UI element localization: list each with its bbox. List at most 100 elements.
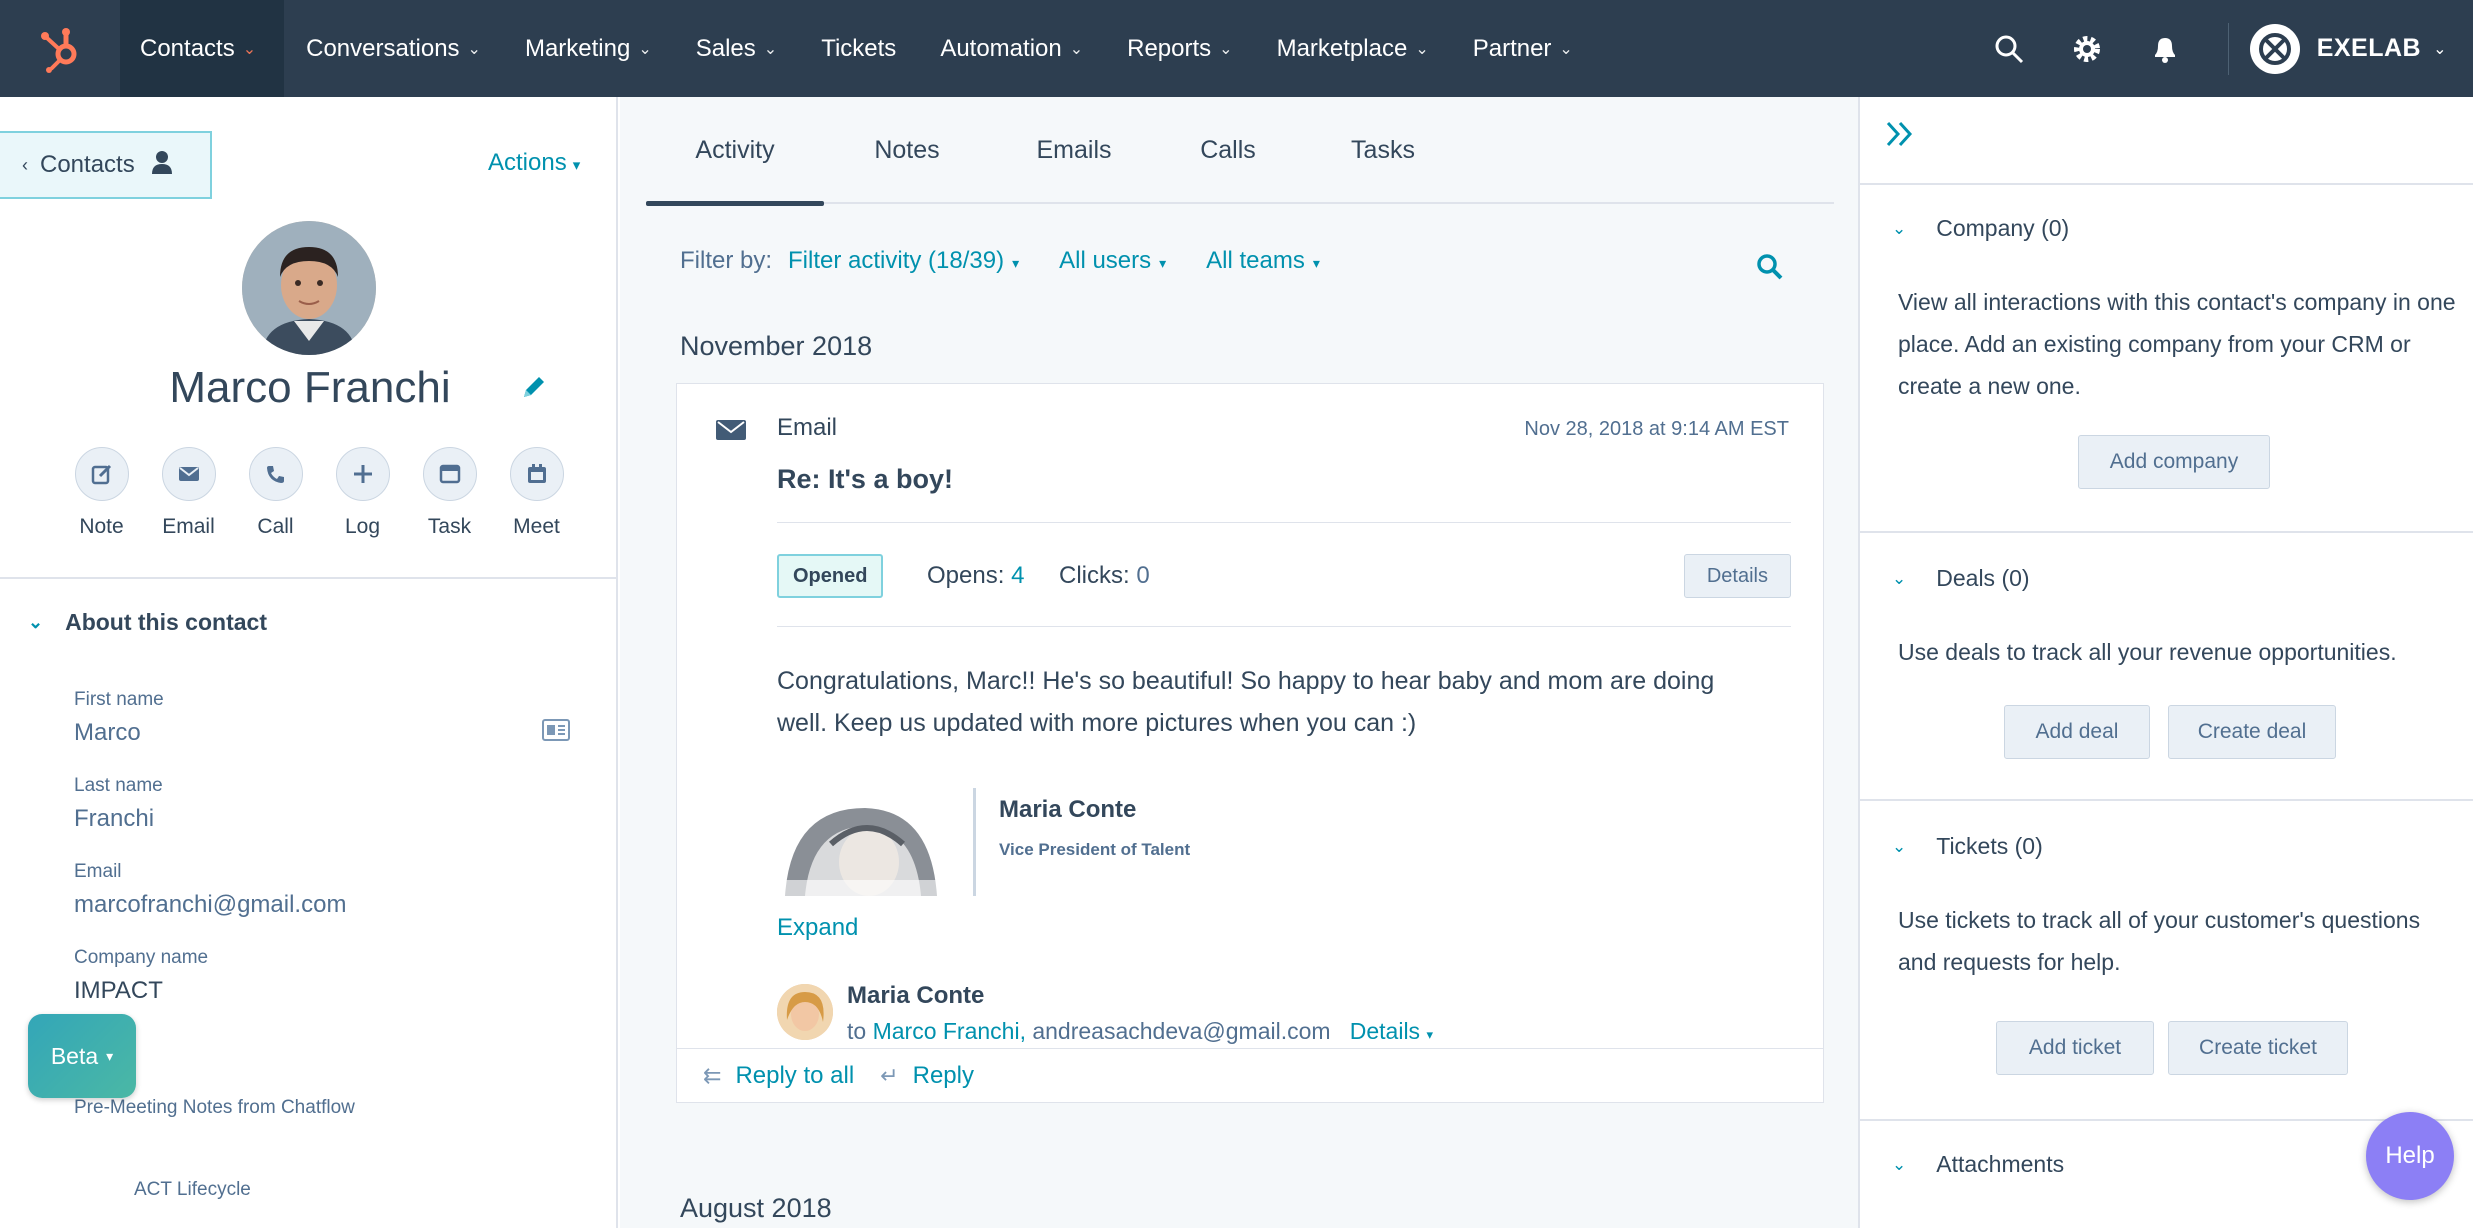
caret-down-icon: ▾ xyxy=(1159,255,1167,271)
nav-contacts[interactable]: Contacts ⌄ xyxy=(120,0,285,97)
chevron-down-icon: ⌄ xyxy=(763,40,778,58)
email-value[interactable]: marcofranchi@gmail.com xyxy=(74,891,574,919)
add-ticket-button[interactable]: Add ticket xyxy=(1996,1021,2154,1075)
company-name-value[interactable]: IMPACT xyxy=(74,977,574,1005)
tab-calls[interactable]: Calls xyxy=(1158,97,1298,204)
create-deal-button[interactable]: Create deal xyxy=(2168,705,2336,759)
deals-section-toggle[interactable]: ⌄ Deals (0) xyxy=(1892,565,2030,592)
email-subject[interactable]: Re: It's a boy! xyxy=(777,464,953,495)
email-action-button[interactable]: Email xyxy=(145,447,232,539)
edit-pencil-icon[interactable] xyxy=(520,373,548,406)
tab-tasks[interactable]: Tasks xyxy=(1298,97,1468,204)
tab-notes[interactable]: Notes xyxy=(824,97,990,204)
chevron-down-icon: ⌄ xyxy=(28,612,44,632)
recipient-contact-link[interactable]: Marco Franchi, xyxy=(873,1018,1026,1044)
chevron-left-icon: ‹ xyxy=(22,154,28,175)
company-description: View all interactions with this contact'… xyxy=(1898,289,2456,399)
recipients-details-dropdown[interactable]: Details ▾ xyxy=(1350,1018,1433,1044)
caret-down-icon: ▾ xyxy=(1312,255,1320,271)
card-footer: ⇇ Reply to all ↵ Reply xyxy=(677,1048,1823,1102)
search-icon[interactable] xyxy=(1756,253,1784,286)
nav-automation[interactable]: Automation ⌄ xyxy=(918,0,1105,97)
actions-dropdown[interactable]: Actions ▾ xyxy=(488,149,580,177)
first-name-property[interactable]: First name Marco xyxy=(74,689,574,747)
last-name-property[interactable]: Last name Franchi xyxy=(74,775,574,833)
tab-activity[interactable]: Activity xyxy=(646,97,824,206)
create-ticket-button[interactable]: Create ticket xyxy=(2168,1021,2348,1075)
company-name-property[interactable]: Company name IMPACT xyxy=(74,947,574,1005)
associations-sidebar: ⌄ Company (0) View all interactions with … xyxy=(1858,97,2473,1228)
opens-count: Opens: 4 xyxy=(927,562,1025,589)
company-section-toggle[interactable]: ⌄ Company (0) xyxy=(1892,215,2069,242)
pre-meeting-notes-label: Pre-Meeting Notes from Chatflow xyxy=(74,1097,355,1118)
chevron-down-icon: ⌄ xyxy=(1892,218,1907,238)
top-navigation-bar: Contacts ⌄ Conversations ⌄ Marketing ⌄ Sale… xyxy=(0,0,2473,97)
nav-partner[interactable]: Partner ⌄ xyxy=(1451,0,1595,97)
divider xyxy=(1860,799,2473,801)
last-name-value[interactable]: Franchi xyxy=(74,805,574,833)
month-heading: August 2018 xyxy=(680,1193,832,1223)
double-chevron-right-icon[interactable] xyxy=(1884,119,1918,154)
note-action-button[interactable]: Note xyxy=(58,447,145,539)
expand-link[interactable]: Expand xyxy=(777,914,858,942)
recipient-email: andreasachdeva@gmail.com xyxy=(1032,1018,1331,1044)
tickets-description: Use tickets to track all of your custome… xyxy=(1898,907,2421,975)
tab-emails[interactable]: Emails xyxy=(990,97,1158,204)
chevron-down-icon: ⌄ xyxy=(1892,1154,1907,1174)
note-icon xyxy=(74,447,129,501)
email-property[interactable]: Email marcofranchi@gmail.com xyxy=(74,861,574,919)
back-to-contacts-button[interactable]: ‹ Contacts xyxy=(0,131,212,199)
nav-tickets[interactable]: Tickets xyxy=(799,0,918,97)
attachments-section-toggle[interactable]: ⌄ Attachments xyxy=(1892,1151,2064,1178)
search-icon[interactable] xyxy=(1970,0,2048,97)
contact-avatar xyxy=(242,221,376,355)
chevron-down-icon: ⌄ xyxy=(1069,40,1084,58)
filter-bar: Filter by: Filter activity (18/39) ▾ All … xyxy=(680,247,1360,275)
email-icon xyxy=(161,447,216,501)
nav-conversations[interactable]: Conversations ⌄ xyxy=(284,0,503,97)
task-action-button[interactable]: Task xyxy=(406,447,493,539)
tickets-section-toggle[interactable]: ⌄ Tickets (0) xyxy=(1892,833,2043,860)
notification-bell-icon[interactable] xyxy=(2126,0,2204,97)
add-company-button[interactable]: Add company xyxy=(2078,435,2270,489)
chevron-down-icon: ⌄ xyxy=(638,40,652,58)
beta-button[interactable]: Beta ▾ xyxy=(28,1014,136,1098)
caret-down-icon: ▾ xyxy=(106,1047,114,1064)
account-menu[interactable]: EXELAB ⌄ xyxy=(2247,21,2473,77)
signature-title: Vice President of Talent xyxy=(999,840,1191,859)
caret-down-icon: ▾ xyxy=(1426,1027,1433,1042)
meet-action-button[interactable]: Meet xyxy=(493,447,580,539)
reply-to-all-link[interactable]: Reply to all xyxy=(735,1062,854,1090)
plus-icon xyxy=(335,447,390,501)
log-action-button[interactable]: Log xyxy=(319,447,406,539)
calendar-icon xyxy=(509,447,564,501)
hubspot-logo-icon[interactable] xyxy=(0,0,120,97)
details-button[interactable]: Details xyxy=(1683,554,1791,598)
help-button[interactable]: Help xyxy=(2366,1112,2454,1200)
clicks-count: Clicks: 0 xyxy=(1059,562,1150,589)
contact-card-icon[interactable] xyxy=(542,719,570,746)
settings-gear-icon[interactable] xyxy=(2048,0,2126,97)
activity-timestamp: Nov 28, 2018 at 9:14 AM EST xyxy=(1524,418,1789,440)
add-deal-button[interactable]: Add deal xyxy=(2004,705,2150,759)
chevron-down-icon: ⌄ xyxy=(1892,568,1907,588)
divider xyxy=(777,626,1791,627)
reply-icon: ↵ xyxy=(880,1062,899,1088)
about-section-toggle[interactable]: ⌄ About this contact xyxy=(28,609,267,636)
reply-all-icon: ⇇ xyxy=(703,1062,722,1088)
first-name-value[interactable]: Marco xyxy=(74,719,574,747)
filter-activity-dropdown[interactable]: Filter activity (18/39) ▾ xyxy=(788,247,1019,275)
email-activity-card: Email Nov 28, 2018 at 9:14 AM EST Re: It… xyxy=(676,383,1824,1103)
all-teams-dropdown[interactable]: All teams ▾ xyxy=(1206,247,1320,275)
deals-description: Use deals to track all your revenue oppo… xyxy=(1898,639,2397,665)
contact-properties: First name Marco Last name Franchi Email… xyxy=(74,689,574,1033)
all-users-dropdown[interactable]: All users ▾ xyxy=(1059,247,1166,275)
divider xyxy=(777,522,1791,523)
nav-sales[interactable]: Sales ⌄ xyxy=(674,0,799,97)
nav-reports[interactable]: Reports ⌄ xyxy=(1105,0,1254,97)
caret-down-icon: ▾ xyxy=(572,157,581,174)
reply-link[interactable]: Reply xyxy=(913,1062,974,1090)
nav-marketing[interactable]: Marketing ⌄ xyxy=(503,0,674,97)
call-action-button[interactable]: Call xyxy=(232,447,319,539)
nav-marketplace[interactable]: Marketplace ⌄ xyxy=(1255,0,1451,97)
